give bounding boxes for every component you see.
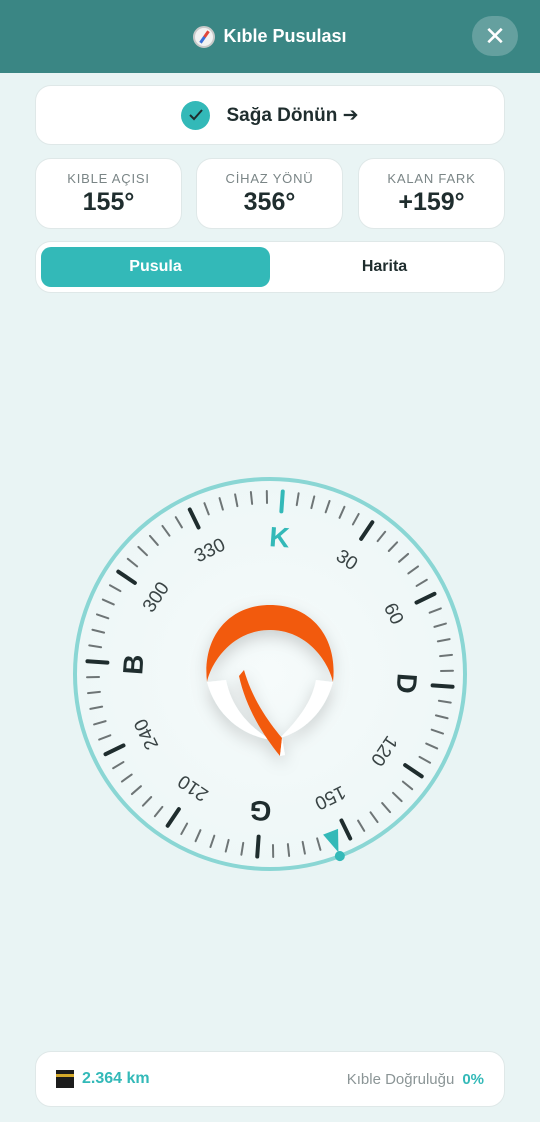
cardinal-south: G <box>248 794 272 826</box>
dial-tick <box>286 843 291 857</box>
tab-compass[interactable]: Pusula <box>41 247 270 287</box>
dial-tick <box>87 690 101 695</box>
cardinal-east: D <box>390 672 422 694</box>
cardinal-west: B <box>117 653 149 675</box>
accuracy-label: Kıble Doğruluğu <box>346 1070 455 1088</box>
compass-dial[interactable]: 3060120150210240300330 K D G B <box>66 470 474 878</box>
close-button[interactable]: ✕ <box>472 16 518 56</box>
qibla-angle-label: KIBLE AÇISI <box>67 170 150 186</box>
app-header: Kıble Pusulası ✕ <box>0 0 540 73</box>
check-icon <box>181 100 211 130</box>
device-heading-card: CİHAZ YÖNÜ 356° <box>196 158 343 229</box>
dial-tick <box>249 491 254 505</box>
dial-tick <box>439 653 453 658</box>
turn-hint-text: Sağa Dönün ➔ <box>226 104 359 126</box>
dial-tick <box>279 489 285 514</box>
distance-value: 2.364 km <box>82 1070 150 1087</box>
device-heading-label: CİHAZ YÖNÜ <box>225 170 314 186</box>
page-title: Kıble Pusulası <box>223 26 347 46</box>
remaining-diff-label: KALAN FARK <box>387 170 476 186</box>
kaaba-icon <box>56 1070 74 1088</box>
turn-direction-card: Sağa Dönün ➔ <box>35 85 505 145</box>
accuracy-value: 0% <box>462 1070 484 1088</box>
cardinal-north: K <box>268 521 290 553</box>
remaining-diff-card: KALAN FARK +159° <box>358 158 505 229</box>
tab-map[interactable]: Harita <box>270 247 499 287</box>
device-heading-value: 356° <box>243 187 296 216</box>
dial-tick <box>85 659 110 665</box>
qibla-angle-card: KIBLE AÇISI 155° <box>35 158 182 229</box>
footer-card: 2.364 km Kıble Doğruluğu 0% <box>35 1051 505 1107</box>
accuracy-group: Kıble Doğruluğu 0% <box>347 1071 484 1088</box>
view-tabs: Pusula Harita <box>35 241 505 293</box>
header-title-group: Kıble Pusulası <box>193 25 347 48</box>
compass-icon <box>193 25 216 48</box>
dial-tick <box>255 834 261 859</box>
distance-group: 2.364 km <box>56 1070 150 1088</box>
remaining-diff-value: +159° <box>398 187 465 216</box>
dial-tick <box>430 683 455 689</box>
qibla-angle-value: 155° <box>82 187 135 216</box>
